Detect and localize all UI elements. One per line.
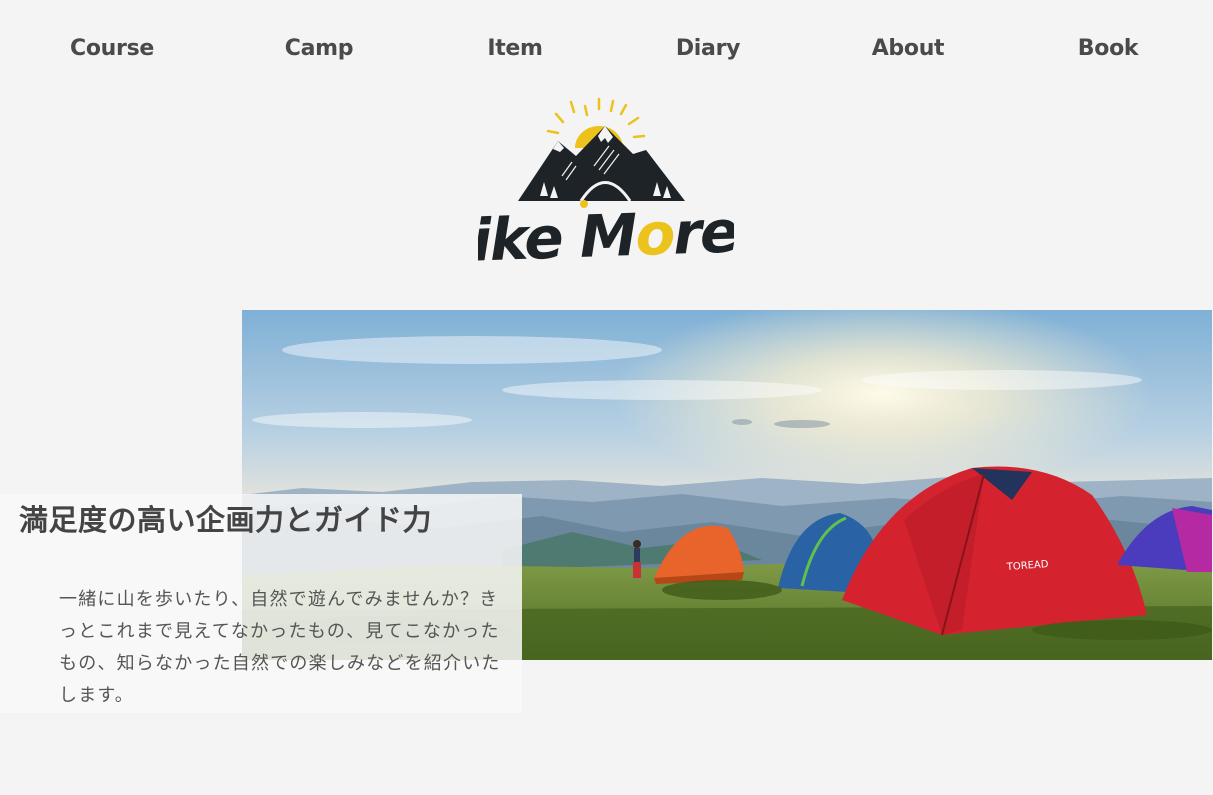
nav-about[interactable]: About [872,36,945,61]
main-nav: Course Camp Item Diary About Book [0,0,1213,100]
intro-card: 満足度の高い企画力とガイド力 一緒に山を歩いたり、自然で遊んでみませんか？きっと… [0,494,522,713]
nav-diary[interactable]: Diary [676,36,741,61]
svg-text:Hike More!!: Hike More!! [478,196,734,276]
intro-text: 一緒に山を歩いたり、自然で遊んでみませんか？きっとこれまで見えてなかったもの、見… [59,589,501,706]
nav-book[interactable]: Book [1078,36,1139,61]
intro-heading: 満足度の高い企画力とガイド力 [19,503,433,537]
nav-item[interactable]: Item [487,36,543,61]
hike-more-logo[interactable]: Hike More!! [424,96,787,276]
nav-camp[interactable]: Camp [285,36,354,61]
nav-course[interactable]: Course [70,36,154,61]
